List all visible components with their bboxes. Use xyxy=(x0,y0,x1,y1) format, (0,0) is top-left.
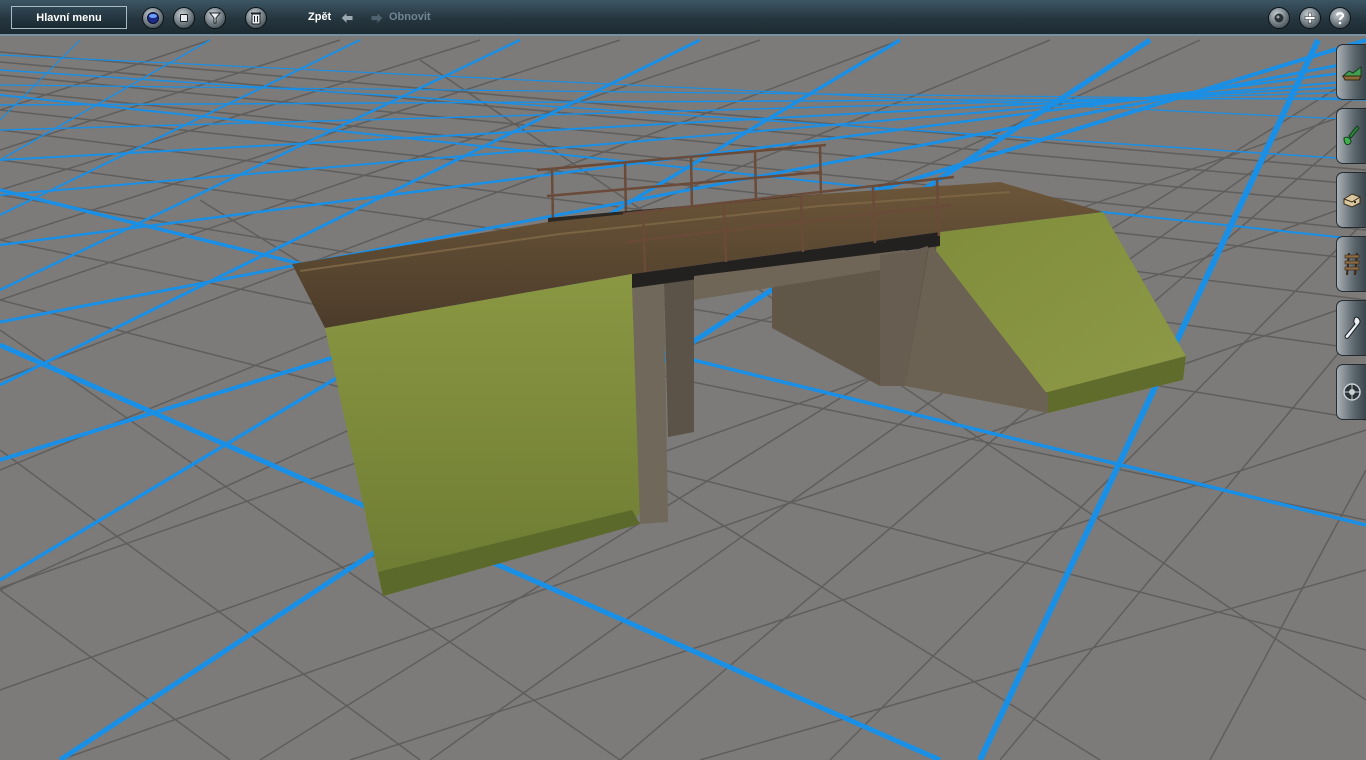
main-menu-button[interactable]: Hlavní menu xyxy=(11,6,127,29)
paint-tool-tab[interactable] xyxy=(1336,108,1366,164)
redo-arrow-icon[interactable] xyxy=(369,10,385,26)
objects-tool-tab[interactable] xyxy=(1336,172,1366,228)
objects-tool-icon xyxy=(1343,193,1360,208)
left-abutment-face xyxy=(664,276,694,437)
plus-icon xyxy=(1304,12,1316,24)
track-tool-icon xyxy=(1344,252,1359,276)
undo-label[interactable]: Zpět xyxy=(308,11,331,23)
help-button[interactable] xyxy=(1329,7,1351,29)
redo-label[interactable]: Obnovit xyxy=(389,11,431,23)
plus-button[interactable] xyxy=(1299,7,1321,29)
filter-icon xyxy=(208,12,222,24)
filter-button[interactable] xyxy=(204,7,226,29)
track-tool-tab[interactable] xyxy=(1336,236,1366,292)
3d-viewport[interactable] xyxy=(0,0,1366,760)
globe-icon xyxy=(147,12,159,24)
paint-tool-icon xyxy=(1342,125,1360,146)
stop-icon xyxy=(180,14,188,22)
top-toolbar: Hlavní menu Zpět Obnovit xyxy=(0,0,1366,36)
terrain-tool-icon xyxy=(1341,66,1362,81)
undo-arrow-icon[interactable] xyxy=(339,10,355,26)
record-icon xyxy=(1274,13,1284,23)
settings-tool-tab[interactable] xyxy=(1336,364,1366,420)
wrench-tool-icon xyxy=(1343,316,1360,339)
stop-button[interactable] xyxy=(173,7,195,29)
trash-button[interactable] xyxy=(245,7,267,29)
wrench-tool-tab[interactable] xyxy=(1336,300,1366,356)
globe-button[interactable] xyxy=(142,7,164,29)
terrain-tool-tab[interactable] xyxy=(1336,44,1366,100)
help-icon xyxy=(1335,12,1345,25)
record-button[interactable] xyxy=(1268,7,1290,29)
settings-tool-icon xyxy=(1342,383,1361,401)
trash-icon xyxy=(251,12,261,25)
